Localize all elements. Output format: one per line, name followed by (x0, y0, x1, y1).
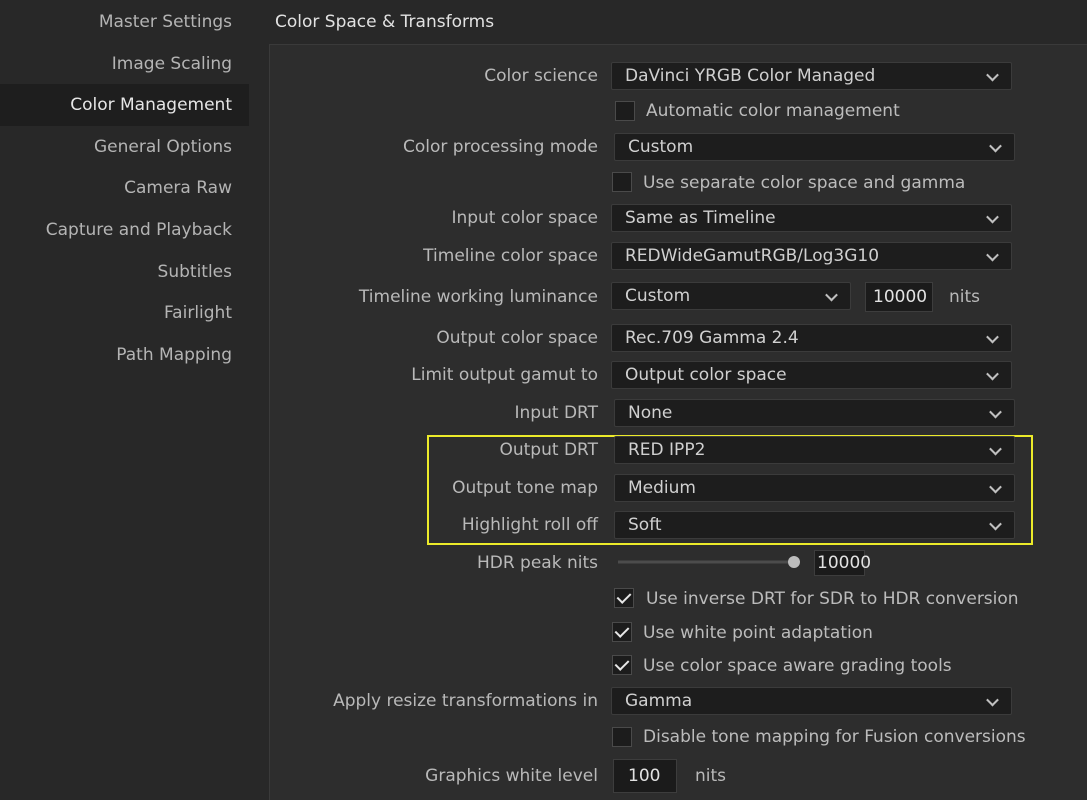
chevron-down-icon (986, 68, 999, 82)
sidebar-item-subtitles[interactable]: Subtitles (158, 262, 232, 282)
timeline-working-luminance-label: Timeline working luminance (358, 287, 598, 307)
output-tone-map-label: Output tone map (452, 478, 598, 498)
output-color-space-value: Rec.709 Gamma 2.4 (625, 328, 799, 348)
highlight-roll-off-dropdown[interactable]: Soft (614, 511, 1015, 539)
section-title: Color Space & Transforms (275, 12, 495, 32)
auto-color-management-checkbox[interactable] (615, 101, 635, 121)
highlight-roll-off-label: Highlight roll off (461, 515, 598, 535)
chevron-down-icon (989, 517, 1002, 531)
inverse-drt-label: Use inverse DRT for SDR to HDR conversio… (646, 589, 1019, 609)
separate-color-space-gamma-checkbox[interactable] (612, 172, 632, 192)
color-science-label: Color science (484, 66, 598, 86)
timeline-luminance-nits-input[interactable]: 10000 (865, 282, 933, 312)
graphics-white-level-label: Graphics white level (425, 766, 598, 786)
resize-transformations-dropdown[interactable]: Gamma (611, 687, 1012, 715)
inverse-drt-checkbox[interactable] (614, 588, 634, 608)
graphics-white-level-input[interactable]: 100 (613, 759, 677, 793)
color-science-value: DaVinci YRGB Color Managed (625, 66, 876, 86)
input-drt-dropdown[interactable]: None (614, 399, 1015, 427)
hdr-peak-nits-input[interactable]: 10000 (814, 550, 871, 576)
chevron-down-icon (825, 288, 838, 302)
chevron-down-icon (986, 210, 999, 224)
hdr-peak-nits-value: 10000 (817, 553, 872, 573)
sidebar-item-path-mapping[interactable]: Path Mapping (116, 345, 232, 365)
separate-color-space-gamma-label: Use separate color space and gamma (643, 173, 966, 193)
chevron-down-icon (989, 405, 1002, 419)
color-processing-mode-label: Color processing mode (402, 137, 598, 157)
input-drt-value: None (628, 403, 673, 423)
color-space-aware-grading-checkbox[interactable] (612, 655, 632, 675)
color-space-aware-grading-label: Use color space aware grading tools (643, 656, 952, 676)
timeline-luminance-nits-value: 10000 (873, 287, 928, 307)
limit-output-gamut-label: Limit output gamut to (411, 365, 598, 385)
settings-sidebar: Master Settings Image Scaling Color Mana… (0, 0, 249, 800)
chevron-down-icon (986, 367, 999, 381)
sidebar-item-color-management[interactable]: Color Management (70, 95, 232, 115)
sidebar-item-image-scaling[interactable]: Image Scaling (112, 54, 232, 74)
white-point-adaptation-checkbox[interactable] (612, 622, 632, 642)
hdr-peak-nits-slider[interactable] (618, 560, 798, 564)
input-color-space-dropdown[interactable]: Same as Timeline (611, 204, 1012, 232)
auto-color-management-label: Automatic color management (646, 101, 900, 121)
color-processing-mode-value: Custom (628, 137, 694, 157)
chevron-down-icon (989, 480, 1002, 494)
output-color-space-label: Output color space (436, 328, 598, 348)
output-tone-map-value: Medium (628, 478, 696, 498)
limit-output-gamut-value: Output color space (625, 365, 787, 385)
timeline-color-space-dropdown[interactable]: REDWideGamutRGB/Log3G10 (611, 242, 1012, 270)
sidebar-item-master-settings[interactable]: Master Settings (99, 12, 232, 32)
chevron-down-icon (986, 248, 999, 262)
hdr-peak-nits-label: HDR peak nits (476, 553, 598, 573)
color-processing-mode-dropdown[interactable]: Custom (614, 133, 1015, 161)
fusion-tone-mapping-checkbox[interactable] (612, 727, 632, 747)
fusion-tone-mapping-label: Disable tone mapping for Fusion conversi… (643, 727, 1026, 747)
timeline-working-luminance-dropdown[interactable]: Custom (611, 282, 851, 310)
highlight-roll-off-value: Soft (628, 515, 662, 535)
graphics-white-level-value: 100 (628, 766, 661, 786)
output-drt-value: RED IPP2 (628, 440, 706, 460)
output-color-space-dropdown[interactable]: Rec.709 Gamma 2.4 (611, 324, 1012, 352)
output-tone-map-dropdown[interactable]: Medium (614, 474, 1015, 502)
hdr-peak-nits-slider-handle[interactable] (788, 556, 800, 568)
chevron-down-icon (989, 442, 1002, 456)
input-color-space-value: Same as Timeline (625, 208, 776, 228)
chevron-down-icon (986, 693, 999, 707)
timeline-working-luminance-value: Custom (625, 286, 691, 306)
chevron-down-icon (986, 330, 999, 344)
timeline-color-space-label: Timeline color space (423, 246, 598, 266)
chevron-down-icon (989, 139, 1002, 153)
input-drt-label: Input DRT (514, 403, 598, 423)
timeline-color-space-value: REDWideGamutRGB/Log3G10 (625, 246, 880, 266)
white-point-adaptation-label: Use white point adaptation (643, 623, 873, 643)
limit-output-gamut-dropdown[interactable]: Output color space (611, 361, 1012, 389)
sidebar-item-general-options[interactable]: General Options (94, 137, 232, 157)
sidebar-item-fairlight[interactable]: Fairlight (164, 303, 232, 323)
graphics-white-level-unit: nits (695, 766, 727, 786)
resize-transformations-value: Gamma (625, 691, 693, 711)
timeline-luminance-unit: nits (949, 287, 981, 307)
input-color-space-label: Input color space (451, 208, 598, 228)
resize-transformations-label: Apply resize transformations in (333, 691, 598, 711)
output-drt-dropdown[interactable]: RED IPP2 (614, 436, 1015, 464)
sidebar-item-capture-playback[interactable]: Capture and Playback (46, 220, 232, 240)
output-drt-label: Output DRT (499, 440, 598, 460)
color-science-dropdown[interactable]: DaVinci YRGB Color Managed (611, 62, 1012, 90)
sidebar-item-camera-raw[interactable]: Camera Raw (124, 178, 232, 198)
